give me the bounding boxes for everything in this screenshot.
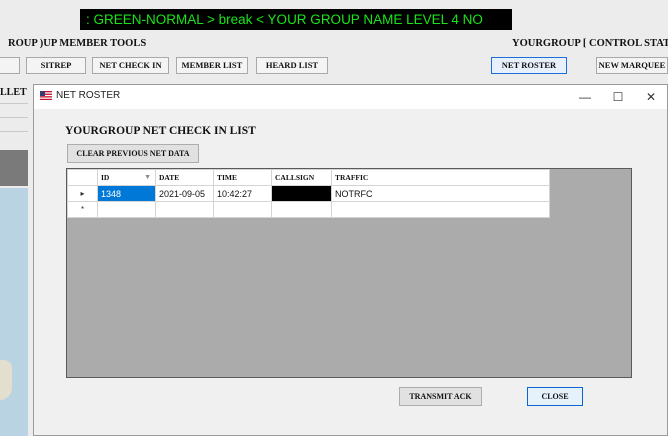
title-bar[interactable]: NET ROSTER — ☐ ✕ [34,85,667,109]
cell-id[interactable] [97,201,156,218]
bulletin-label: LLET [0,87,27,98]
column-header-id[interactable]: ID ▼ [97,169,156,186]
status-marquee: : GREEN-NORMAL > break < YOUR GROUP NAME… [80,9,512,30]
table-row[interactable]: * [67,201,550,218]
cell-date[interactable]: 2021-09-05 [155,185,214,202]
member-tools-heading: ROUP )UP MEMBER TOOLS [8,38,147,49]
net-roster-window: NET ROSTER — ☐ ✕ YOURGROUP NET CHECK IN … [33,84,668,436]
sitrep-button[interactable]: SITREP [26,57,86,74]
divider [0,103,28,104]
cell-callsign[interactable] [271,185,332,202]
us-flag-icon [40,91,52,100]
close-window-button[interactable]: ✕ [635,86,667,108]
bg-button-partial[interactable] [0,57,20,74]
list-heading: YOURGROUP NET CHECK IN LIST [65,125,256,137]
sort-arrow-icon: ▼ [144,173,151,181]
net-checkin-grid[interactable]: ID ▼ DATE TIME CALLSIGN TRAFFIC ▸ 1348 20… [66,168,632,378]
cell-time[interactable] [213,201,272,218]
divider [0,117,28,118]
header-row: ID ▼ DATE TIME CALLSIGN TRAFFIC [67,169,550,186]
current-row-indicator[interactable]: ▸ [67,185,98,202]
corner-header [67,169,98,186]
column-header-date[interactable]: DATE [155,169,214,186]
heard-list-button[interactable]: HEARD LIST [256,57,328,74]
cell-date[interactable] [155,201,214,218]
map-landmass [0,360,12,400]
net-roster-button[interactable]: NET ROSTER [491,57,567,74]
transmit-ack-button[interactable]: TRANSMIT ACK [399,387,482,406]
close-button[interactable]: CLOSE [527,387,583,406]
column-header-traffic[interactable]: TRAFFIC [331,169,550,186]
control-station-heading: YOURGROUP [ CONTROL STATI [512,38,668,49]
cell-time[interactable]: 10:42:27 [213,185,272,202]
checkin-table: ID ▼ DATE TIME CALLSIGN TRAFFIC ▸ 1348 20… [67,169,550,218]
cell-traffic[interactable]: NOTRFC [331,185,550,202]
new-row-indicator[interactable]: * [67,201,98,218]
divider [0,131,28,132]
cell-callsign[interactable] [271,201,332,218]
maximize-button[interactable]: ☐ [602,86,634,108]
minimize-button[interactable]: — [569,86,601,108]
column-header-callsign[interactable]: CALLSIGN [271,169,332,186]
clear-net-data-button[interactable]: CLEAR PREVIOUS NET DATA [67,144,199,163]
net-check-in-button[interactable]: NET CHECK IN [92,57,169,74]
cell-traffic[interactable] [331,201,550,218]
column-header-time[interactable]: TIME [213,169,272,186]
member-list-button[interactable]: MEMBER LIST [176,57,248,74]
background-panel [0,150,28,186]
table-row[interactable]: ▸ 1348 2021-09-05 10:42:27 NOTRFC [67,185,550,202]
window-title: NET ROSTER [56,90,121,101]
cell-id[interactable]: 1348 [97,185,156,202]
new-marquee-button[interactable]: NEW MARQUEE [596,57,668,74]
